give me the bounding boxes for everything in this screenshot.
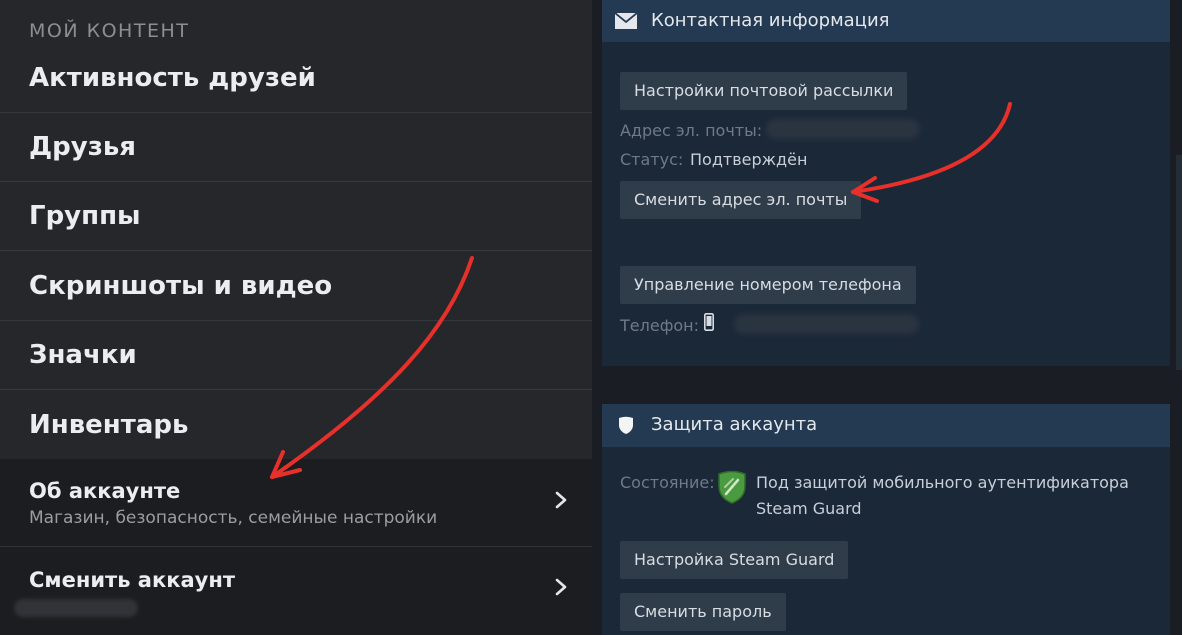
menu-item-friends[interactable]: Друзья xyxy=(0,113,592,182)
account-sublabel: Магазин, безопасность, семейные настройк… xyxy=(29,508,438,528)
state-label: Состояние: xyxy=(620,473,715,492)
steam-guard-settings-button[interactable]: Настройка Steam Guard xyxy=(620,541,849,579)
menu-item-switch-account[interactable]: Сменить аккаунт xyxy=(0,547,592,635)
phone-label: Телефон: xyxy=(620,316,700,335)
redacted-email xyxy=(766,119,920,139)
menu-item-friends-activity[interactable]: Активность друзей xyxy=(0,44,592,113)
account-security-title: Защита аккаунта xyxy=(651,414,818,435)
redacted-account-name xyxy=(14,599,138,617)
account-label: Об аккаунте xyxy=(29,479,181,503)
chevron-right-icon xyxy=(552,578,570,596)
menu-item-screenshots[interactable]: Скриншоты и видео xyxy=(0,252,592,321)
account-security-header: Защита аккаунта xyxy=(602,404,1170,447)
email-label: Адрес эл. почты: xyxy=(620,121,763,140)
menu-item-label: Активность друзей xyxy=(29,63,316,93)
contact-info-title: Контактная информация xyxy=(651,10,890,31)
menu-item-groups[interactable]: Группы xyxy=(0,182,592,251)
menu-item-inventory[interactable]: Инвентарь xyxy=(0,390,592,459)
change-password-button[interactable]: Сменить пароль xyxy=(620,593,786,631)
menu-item-badges[interactable]: Значки xyxy=(0,321,592,390)
account-details-panel: Контактная информация Настройки почтовой… xyxy=(592,0,1182,635)
menu-item-label: Друзья xyxy=(29,132,136,162)
manage-phone-button[interactable]: Управление номером телефона xyxy=(620,266,916,304)
section-title: МОЙ КОНТЕНТ xyxy=(29,20,190,42)
menu-item-label: Инвентарь xyxy=(29,409,189,440)
account-menu-panel: МОЙ КОНТЕНТ Активность друзей Друзья Гру… xyxy=(0,0,592,635)
menu-item-label: Скриншоты и видео xyxy=(29,271,333,301)
switch-account-label: Сменить аккаунт xyxy=(29,568,236,592)
newsletter-settings-button[interactable]: Настройки почтовой рассылки xyxy=(620,72,908,110)
redacted-phone xyxy=(734,314,919,334)
status-label: Статус: xyxy=(620,150,684,169)
steam-guard-shield-icon xyxy=(717,470,747,508)
contact-info-header: Контактная информация xyxy=(602,0,1170,42)
menu-item-account-details[interactable]: Об аккаунте Магазин, безопасность, семей… xyxy=(0,459,592,547)
chevron-right-icon xyxy=(552,491,570,509)
account-security-card: Защита аккаунта Состояние: Под защитой м… xyxy=(602,404,1170,635)
envelope-icon xyxy=(614,11,638,31)
phone-icon xyxy=(704,313,714,335)
shield-icon xyxy=(618,416,640,436)
contact-info-card: Контактная информация Настройки почтовой… xyxy=(602,0,1170,366)
status-value: Подтверждён xyxy=(690,150,808,169)
state-value-line1: Под защитой мобильного аутентификатора xyxy=(756,473,1129,492)
menu-item-label: Значки xyxy=(29,340,137,370)
change-email-button[interactable]: Сменить адрес эл. почты xyxy=(620,181,862,219)
state-value-line2: Steam Guard xyxy=(756,499,862,518)
scrollbar[interactable] xyxy=(1176,155,1182,370)
menu-item-label: Группы xyxy=(29,201,141,231)
